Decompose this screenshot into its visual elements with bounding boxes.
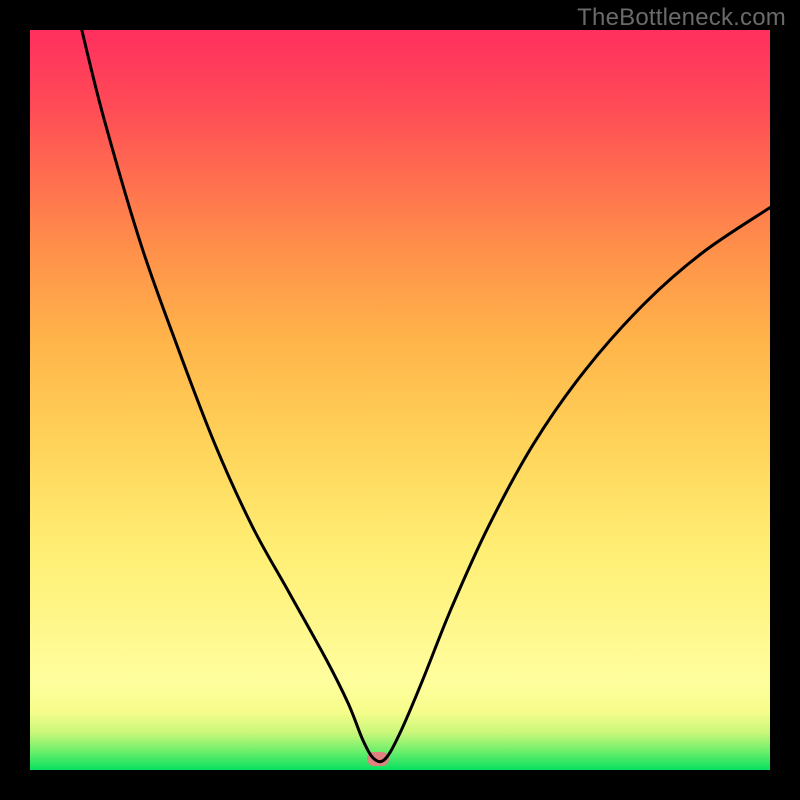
plot-area <box>30 30 770 770</box>
bottleneck-curve <box>30 30 770 770</box>
watermark-text: TheBottleneck.com <box>577 4 786 32</box>
chart-frame: TheBottleneck.com <box>0 0 800 800</box>
curve-path <box>82 30 770 762</box>
